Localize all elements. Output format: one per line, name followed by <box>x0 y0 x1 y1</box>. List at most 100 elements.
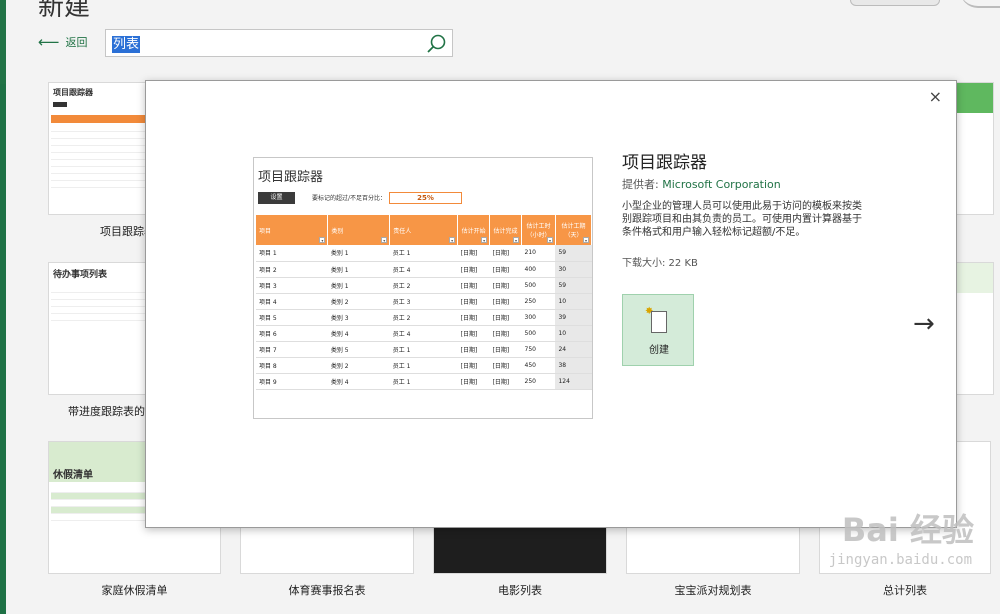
filter-icon: ▾ <box>583 237 589 243</box>
thumb-row <box>51 167 145 174</box>
preview-cell: 类别 2 <box>327 293 390 310</box>
preview-cell: 项目 4 <box>256 293 328 310</box>
preview-row: 项目 7 类别 5 员工 1 [日期] [日期] 750 24 <box>256 341 592 358</box>
template-label[interactable]: 宝宝派对规划表 <box>626 582 800 598</box>
preview-cell: 30 <box>555 261 592 278</box>
filter-icon: ▾ <box>481 237 488 243</box>
preview-cell: 项目 2 <box>256 261 328 278</box>
template-right-1[interactable] <box>954 82 994 215</box>
watermark-url: jingyan.baidu.com <box>828 552 972 568</box>
preview-cell: [日期] <box>489 341 522 358</box>
preview-cell: 类别 2 <box>327 357 390 374</box>
preview-cell: 员工 1 <box>389 341 458 358</box>
template-right-2[interactable] <box>954 262 994 395</box>
preview-cell: 750 <box>521 341 556 358</box>
next-arrow-icon[interactable]: → <box>913 309 935 339</box>
preview-cell: [日期] <box>489 357 522 374</box>
back-button[interactable]: ⟵ 返回 <box>38 34 88 50</box>
preview-cell: [日期] <box>489 277 522 294</box>
preview-row: 项目 2 类别 1 员工 4 [日期] [日期] 400 30 <box>256 261 592 278</box>
app-edge-top <box>0 0 6 84</box>
thumb-title: 项目跟踪器 <box>53 88 93 97</box>
create-button[interactable]: ✸ 创建 <box>622 294 694 366</box>
preview-title: 项目跟踪器 <box>258 170 324 185</box>
preview-header-cell: 估计开始 ▾ <box>457 215 491 245</box>
preview-row: 项目 8 类别 2 员工 1 [日期] [日期] 450 38 <box>256 357 592 374</box>
preview-cell: 类别 4 <box>327 373 390 390</box>
preview-cell: 24 <box>555 341 592 358</box>
search-input[interactable] <box>110 34 430 54</box>
preview-row: 项目 3 类别 1 员工 2 [日期] [日期] 500 59 <box>256 277 592 294</box>
preview-cell: 员工 1 <box>389 357 458 374</box>
preview-cell: 39 <box>555 309 592 326</box>
preview-cell: 类别 5 <box>327 341 390 358</box>
preview-cell: 项目 9 <box>256 373 328 390</box>
thumb-banner <box>955 83 993 113</box>
template-project-tracker[interactable]: 项目跟踪器 <box>48 82 148 215</box>
preview-cell: 项目 6 <box>256 325 328 342</box>
template-label[interactable]: 总计列表 <box>819 582 991 598</box>
preview-cell: 450 <box>521 357 556 374</box>
preview-cell: [日期] <box>457 293 490 310</box>
preview-percent: 25% <box>389 192 462 204</box>
thumb-row <box>51 139 145 146</box>
preview-cell: 员工 1 <box>389 245 458 262</box>
preview-row: 项目 9 类别 4 员工 1 [日期] [日期] 250 124 <box>256 373 592 390</box>
preview-header-cell: 类别 ▾ <box>327 215 391 245</box>
provider-name: Microsoft Corporation <box>662 178 781 191</box>
preview-cell: [日期] <box>457 341 490 358</box>
preview-row: 项目 6 类别 4 员工 4 [日期] [日期] 500 10 <box>256 325 592 342</box>
new-document-icon <box>651 311 667 333</box>
preview-cell: 210 <box>521 245 556 262</box>
template-preview: 项目跟踪器 设置 要标记的超过/不足百分比： 25% 项目 ▾ 类别 ▾ 责任人 ▾ … <box>253 157 593 419</box>
preview-header-cell: 估计完成 ▾ <box>489 215 523 245</box>
template-title: 项目跟踪器 <box>622 153 707 173</box>
preview-cell: 38 <box>555 357 592 374</box>
preview-cell: 300 <box>521 309 556 326</box>
create-label: 创建 <box>649 345 669 356</box>
preview-cell: 500 <box>521 277 556 294</box>
preview-cell: 员工 2 <box>389 277 458 294</box>
preview-cell: 250 <box>521 373 556 390</box>
thumb-row <box>51 307 145 314</box>
template-label[interactable]: 项目跟踪器 <box>100 223 146 239</box>
watermark-brand: Bai 经验 <box>841 511 974 549</box>
preview-cell: [日期] <box>457 357 490 374</box>
preview-cell: [日期] <box>457 277 490 294</box>
page-title: 新建 <box>38 0 91 22</box>
filter-icon: ▾ <box>546 237 553 243</box>
search-icon[interactable] <box>426 33 448 55</box>
preview-cell: 10 <box>555 293 592 310</box>
template-label[interactable]: 体育赛事报名表 <box>240 582 414 598</box>
preview-cell: 员工 3 <box>389 293 458 310</box>
preview-cell: [日期] <box>489 309 522 326</box>
template-label[interactable]: 电影列表 <box>433 582 607 598</box>
thumb-row <box>51 153 145 160</box>
template-label[interactable]: 带进度跟踪表的待办事项列表 <box>68 403 146 419</box>
preview-cell: [日期] <box>489 373 522 390</box>
filter-icon: ▾ <box>319 237 326 243</box>
thumb-row <box>51 160 145 167</box>
close-icon[interactable]: × <box>929 87 942 106</box>
preview-row: 项目 1 类别 1 员工 1 [日期] [日期] 210 59 <box>256 245 592 262</box>
preview-cell: 项目 3 <box>256 277 328 294</box>
template-todo-list[interactable]: 待办事项列表 <box>48 262 148 395</box>
preview-header-cell: 责任人 ▾ <box>389 215 459 245</box>
preview-cell: 类别 3 <box>327 309 390 326</box>
preview-cell: 项目 5 <box>256 309 328 326</box>
thumb-row <box>51 132 145 139</box>
search-box[interactable]: 列表 <box>105 29 453 57</box>
filter-icon: ▾ <box>381 237 388 243</box>
filter-icon: ▾ <box>513 237 520 243</box>
template-description: 小型企业的管理人员可以使用此易于访问的模板来按类别跟踪项目和由其负责的员工。可使… <box>622 201 862 238</box>
template-label[interactable]: 家庭休假清单 <box>48 582 221 598</box>
preview-cell: 59 <box>555 277 592 294</box>
preview-cell: 类别 1 <box>327 261 390 278</box>
thumb-button <box>53 102 67 107</box>
preview-cell: [日期] <box>457 245 490 262</box>
preview-cell: [日期] <box>489 325 522 342</box>
preview-note: 要标记的超过/不足百分比： <box>312 195 387 202</box>
preview-cell: 59 <box>555 245 592 262</box>
preview-header-cell: 估计工期（天） ▾ <box>555 215 592 245</box>
preview-cell: [日期] <box>457 373 490 390</box>
